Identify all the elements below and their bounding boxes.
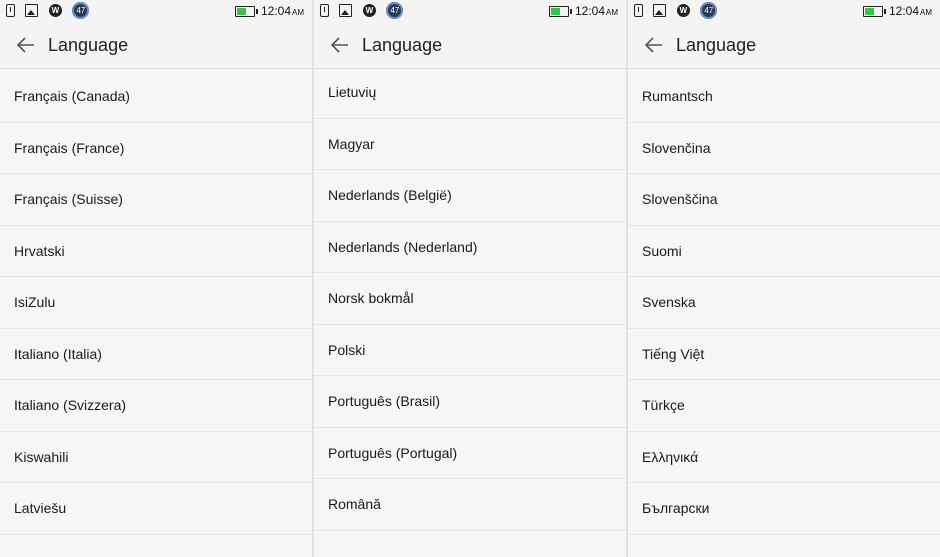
- list-item[interactable]: Slovenščina: [628, 174, 940, 226]
- list-item[interactable]: Türkçe: [628, 380, 940, 432]
- clock: 12:04AM: [574, 4, 618, 18]
- status-bar: W 47 12:04AM: [0, 0, 312, 22]
- list-item[interactable]: Français (Canada): [0, 71, 312, 123]
- list-item[interactable]: Slovenčina: [628, 123, 940, 174]
- w-app-icon: W: [362, 4, 376, 17]
- gallery-icon: [25, 4, 39, 17]
- list-item[interactable]: Français (Suisse): [0, 174, 312, 226]
- page-title: Language: [48, 35, 129, 55]
- language-list: Lietuvių Magyar Nederlands (België) Nede…: [314, 67, 626, 531]
- badge-47-icon: 47: [386, 2, 404, 19]
- battery-icon: [234, 5, 258, 17]
- list-item[interactable]: IsiZulu: [0, 277, 312, 329]
- page-title: Language: [362, 35, 443, 55]
- list-item[interactable]: Hrvatski: [0, 226, 312, 277]
- notification-icon: [634, 4, 643, 17]
- list-item[interactable]: Italiano (Svizzera): [0, 380, 312, 432]
- list-item[interactable]: Български: [628, 483, 940, 535]
- screen-panel-3: W 47 12:04AM Language Rumantsch Slovenči…: [628, 0, 940, 557]
- app-header: Language: [628, 22, 940, 69]
- battery-icon: [548, 5, 572, 17]
- list-item[interactable]: Português (Portugal): [314, 428, 626, 479]
- arrow-left-icon[interactable]: [328, 33, 352, 57]
- w-app-icon: W: [48, 4, 62, 17]
- list-item[interactable]: Kiswahili: [0, 432, 312, 483]
- list-item[interactable]: Italiano (Italia): [0, 329, 312, 380]
- app-header: Language: [0, 22, 312, 69]
- list-item[interactable]: Suomi: [628, 226, 940, 277]
- list-item[interactable]: Română: [314, 479, 626, 531]
- list-item[interactable]: Magyar: [314, 119, 626, 170]
- list-item[interactable]: Ελληνικά: [628, 432, 940, 483]
- list-item[interactable]: Svenska: [628, 277, 940, 329]
- list-item[interactable]: Polski: [314, 325, 626, 376]
- notification-icon: [6, 4, 15, 17]
- language-list: Rumantsch Slovenčina Slovenščina Suomi S…: [628, 71, 940, 535]
- screen-panel-2: W 47 12:04AM Language Lietuvių Magyar Ne…: [314, 0, 626, 557]
- list-item[interactable]: Rumantsch: [628, 71, 940, 123]
- list-item[interactable]: Nederlands (België): [314, 170, 626, 222]
- badge-47-icon: 47: [72, 2, 90, 19]
- arrow-left-icon[interactable]: [14, 33, 38, 57]
- list-item[interactable]: Latviešu: [0, 483, 312, 535]
- status-bar: W 47 12:04AM: [628, 0, 940, 22]
- w-app-icon: W: [676, 4, 690, 17]
- notification-icon: [320, 4, 329, 17]
- list-item[interactable]: Português (Brasil): [314, 376, 626, 428]
- list-item[interactable]: Français (France): [0, 123, 312, 174]
- clock: 12:04AM: [888, 4, 932, 18]
- arrow-left-icon[interactable]: [642, 33, 666, 57]
- badge-47-icon: 47: [700, 2, 718, 19]
- list-item[interactable]: Tiếng Việt: [628, 329, 940, 380]
- app-header: Language: [314, 22, 626, 69]
- status-bar: W 47 12:04AM: [314, 0, 626, 22]
- screen-panel-1: W 47 12:04AM Language Français (Canada) …: [0, 0, 312, 557]
- clock: 12:04AM: [260, 4, 304, 18]
- gallery-icon: [339, 4, 353, 17]
- language-list: Français (Canada) Français (France) Fran…: [0, 71, 312, 535]
- battery-icon: [862, 5, 886, 17]
- gallery-icon: [653, 4, 667, 17]
- list-item[interactable]: Norsk bokmål: [314, 273, 626, 325]
- page-title: Language: [676, 35, 757, 55]
- list-item[interactable]: Lietuvių: [314, 67, 626, 119]
- list-item[interactable]: Nederlands (Nederland): [314, 222, 626, 273]
